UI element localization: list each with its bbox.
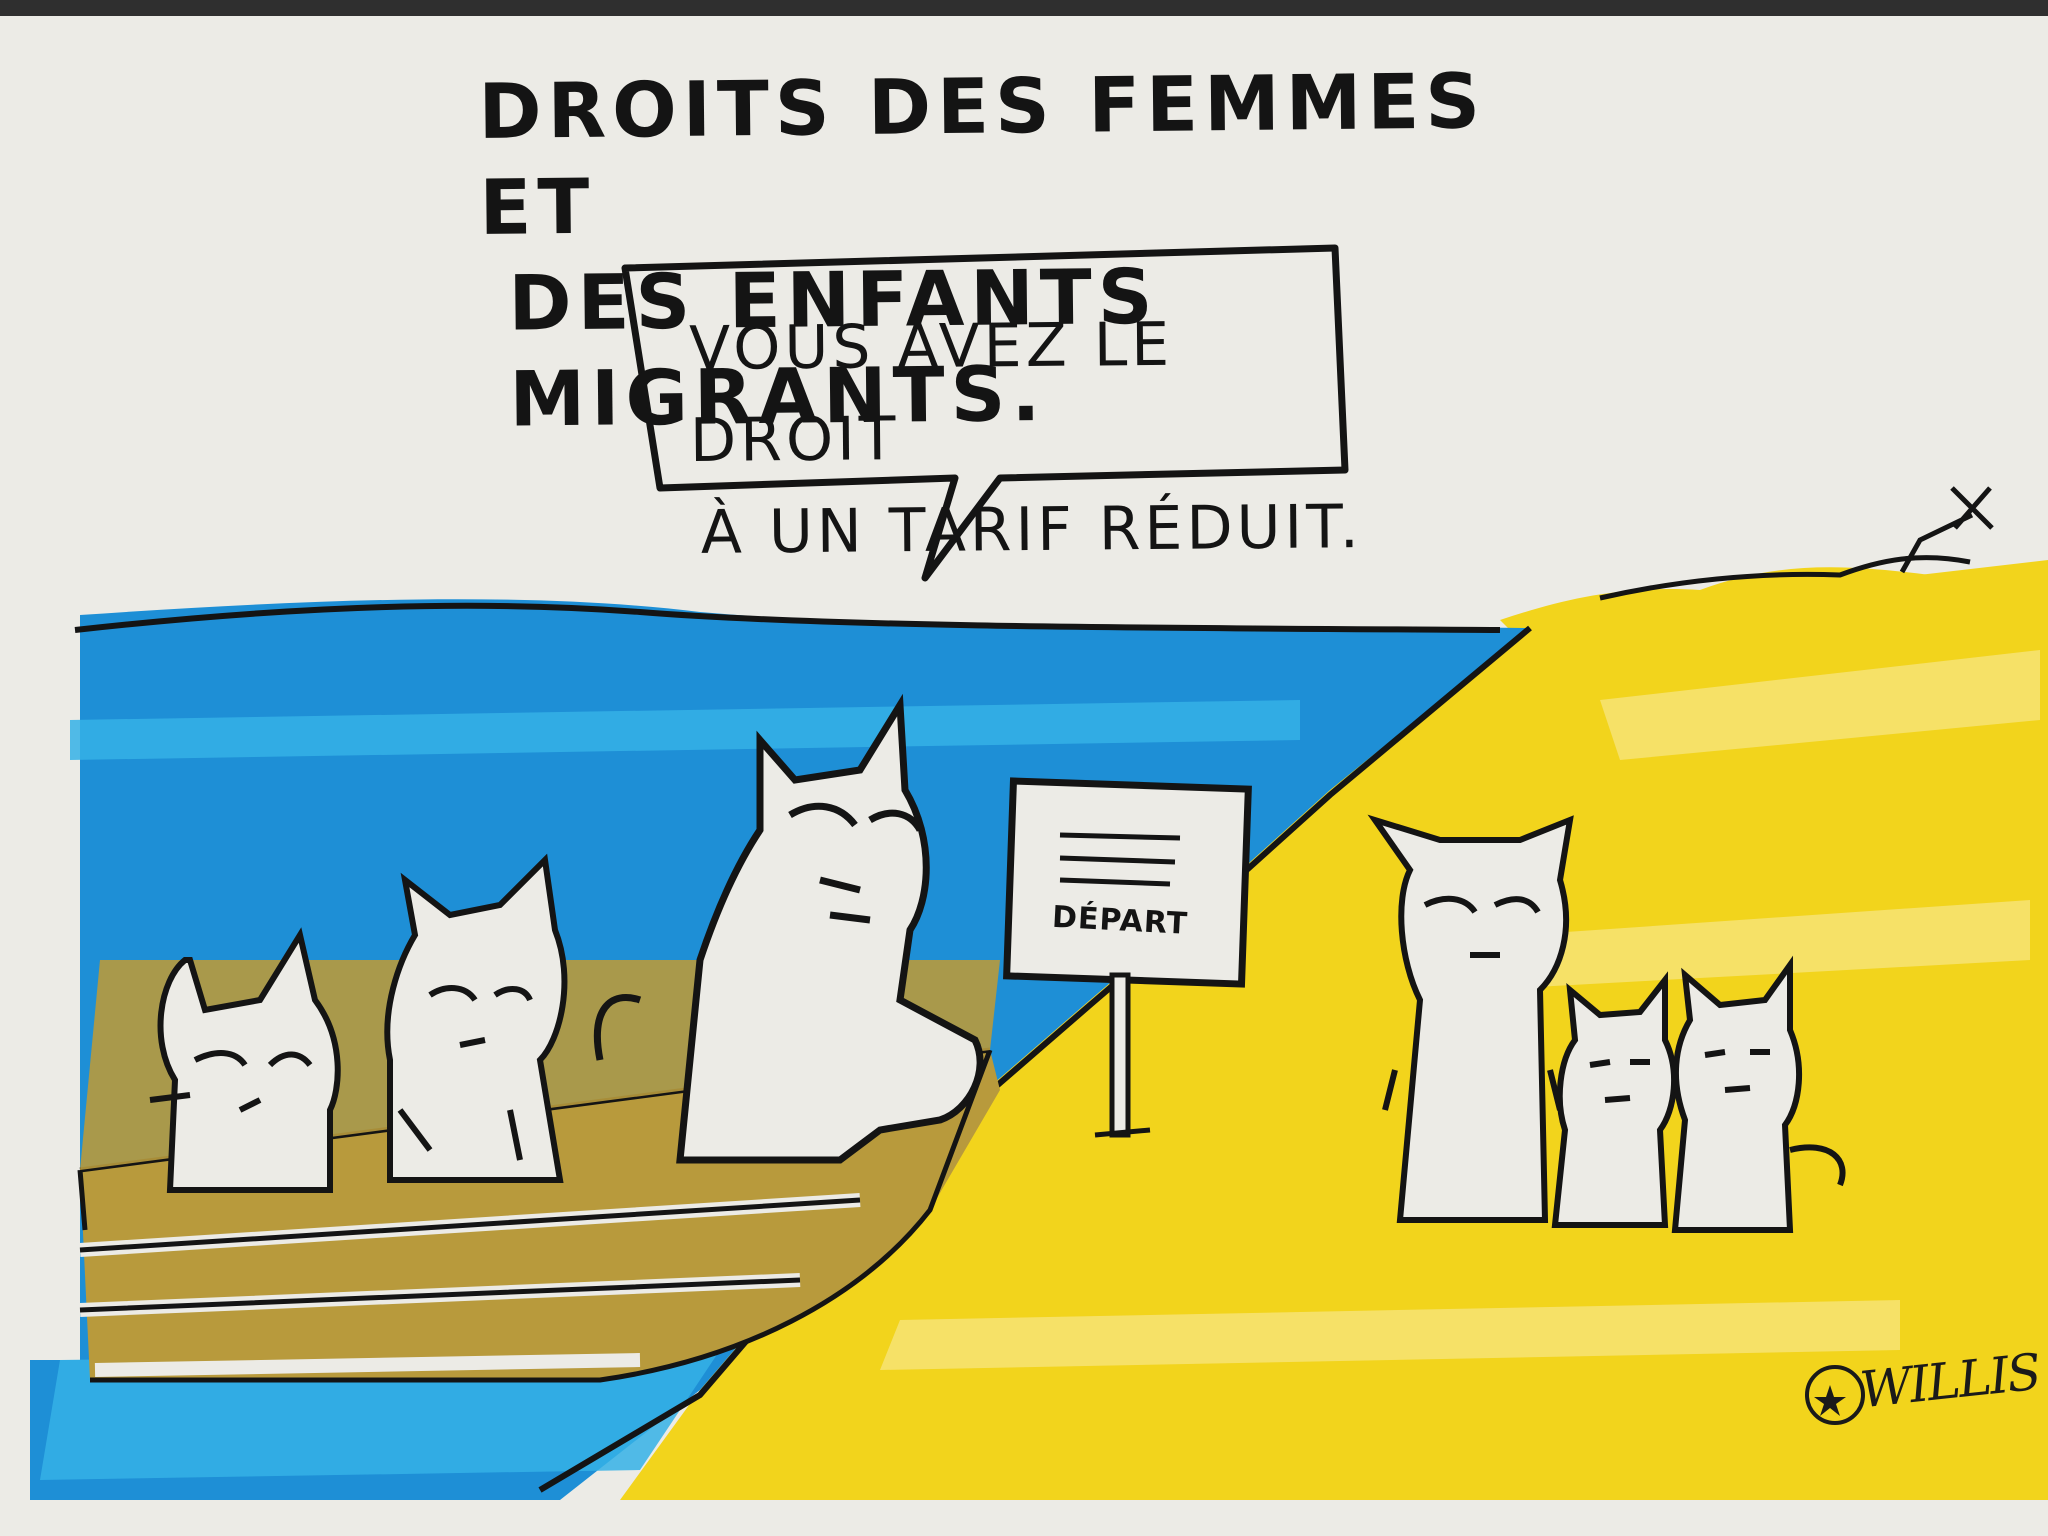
cartoon-frame: DROITS DES FEMMES ET DES ENFANTS MIGRANT…	[0, 0, 2048, 1536]
speech-line-1: VOUS AVEZ LE DROIT	[688, 309, 1174, 476]
cat-medium-in-boat	[384, 853, 568, 1183]
speech-bubble-text: VOUS AVEZ LE DROIT À UN TARIF RÉDUIT.	[689, 297, 1371, 579]
speech-line-2: À UN TARIF RÉDUIT.	[700, 492, 1364, 568]
top-dark-edge	[0, 0, 2048, 16]
child-cat-one-on-beach	[1551, 971, 1678, 1228]
title-line-1: DROITS DES FEMMES ET	[478, 56, 1487, 252]
